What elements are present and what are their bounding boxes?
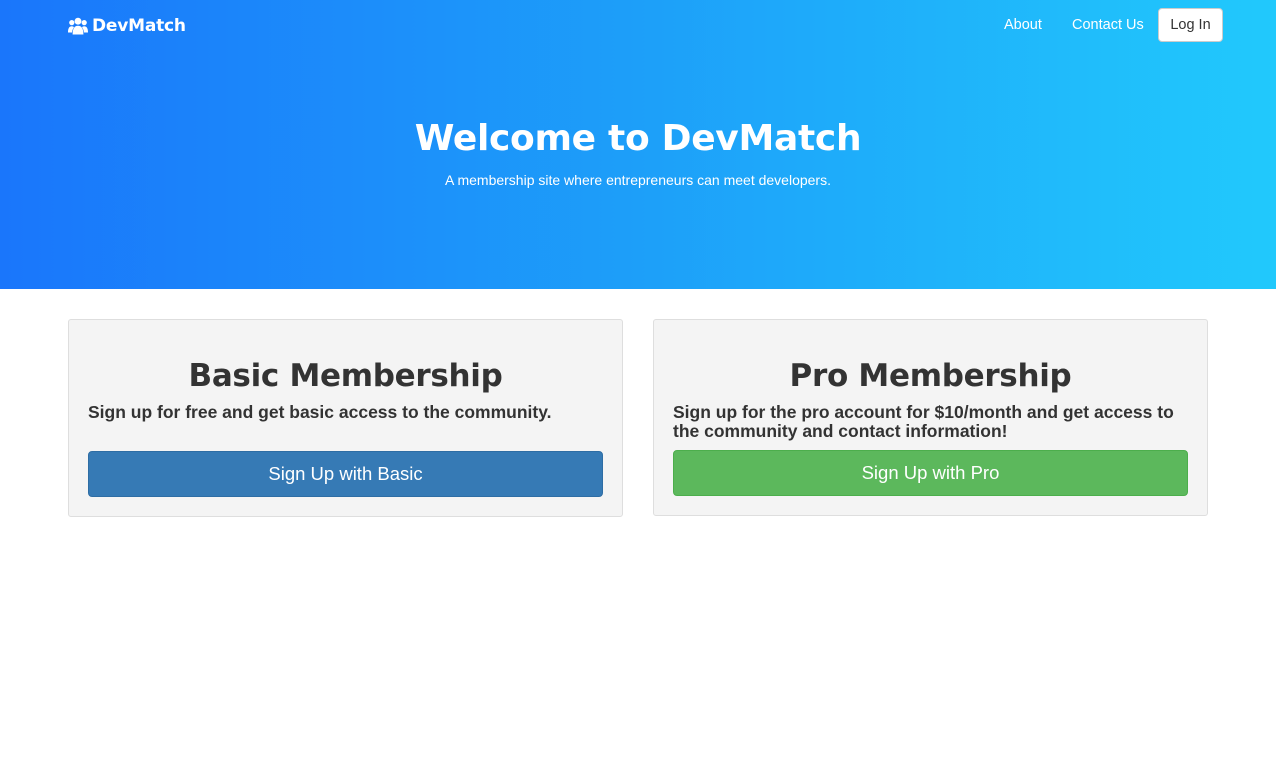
hero-subtitle: A membership site where entrepreneurs ca… bbox=[445, 172, 831, 188]
hero-jumbotron: DevMatch About Contact Us Log In Welcome… bbox=[0, 0, 1276, 289]
pro-card-description: Sign up for the pro account for $10/mont… bbox=[673, 402, 1174, 441]
basic-card-description: Sign up for free and get basic access to… bbox=[88, 402, 552, 422]
basic-card-title: Basic Membership bbox=[188, 358, 503, 394]
nav-contact-link[interactable]: Contact Us bbox=[1072, 16, 1144, 34]
pro-card-title: Pro Membership bbox=[789, 358, 1072, 394]
hero-title: Welcome to DevMatch bbox=[414, 118, 862, 159]
pro-membership-card: Pro Membership Sign up for the pro accou… bbox=[653, 319, 1208, 516]
brand-link[interactable]: DevMatch bbox=[68, 14, 186, 38]
users-icon bbox=[68, 17, 88, 35]
basic-membership-card: Basic Membership Sign up for free and ge… bbox=[68, 319, 623, 517]
brand-name: DevMatch bbox=[92, 16, 186, 36]
login-button[interactable]: Log In bbox=[1158, 8, 1223, 42]
signup-basic-button[interactable]: Sign Up with Basic bbox=[88, 451, 603, 497]
nav-about-link[interactable]: About bbox=[1004, 16, 1042, 34]
signup-pro-button[interactable]: Sign Up with Pro bbox=[673, 450, 1188, 496]
